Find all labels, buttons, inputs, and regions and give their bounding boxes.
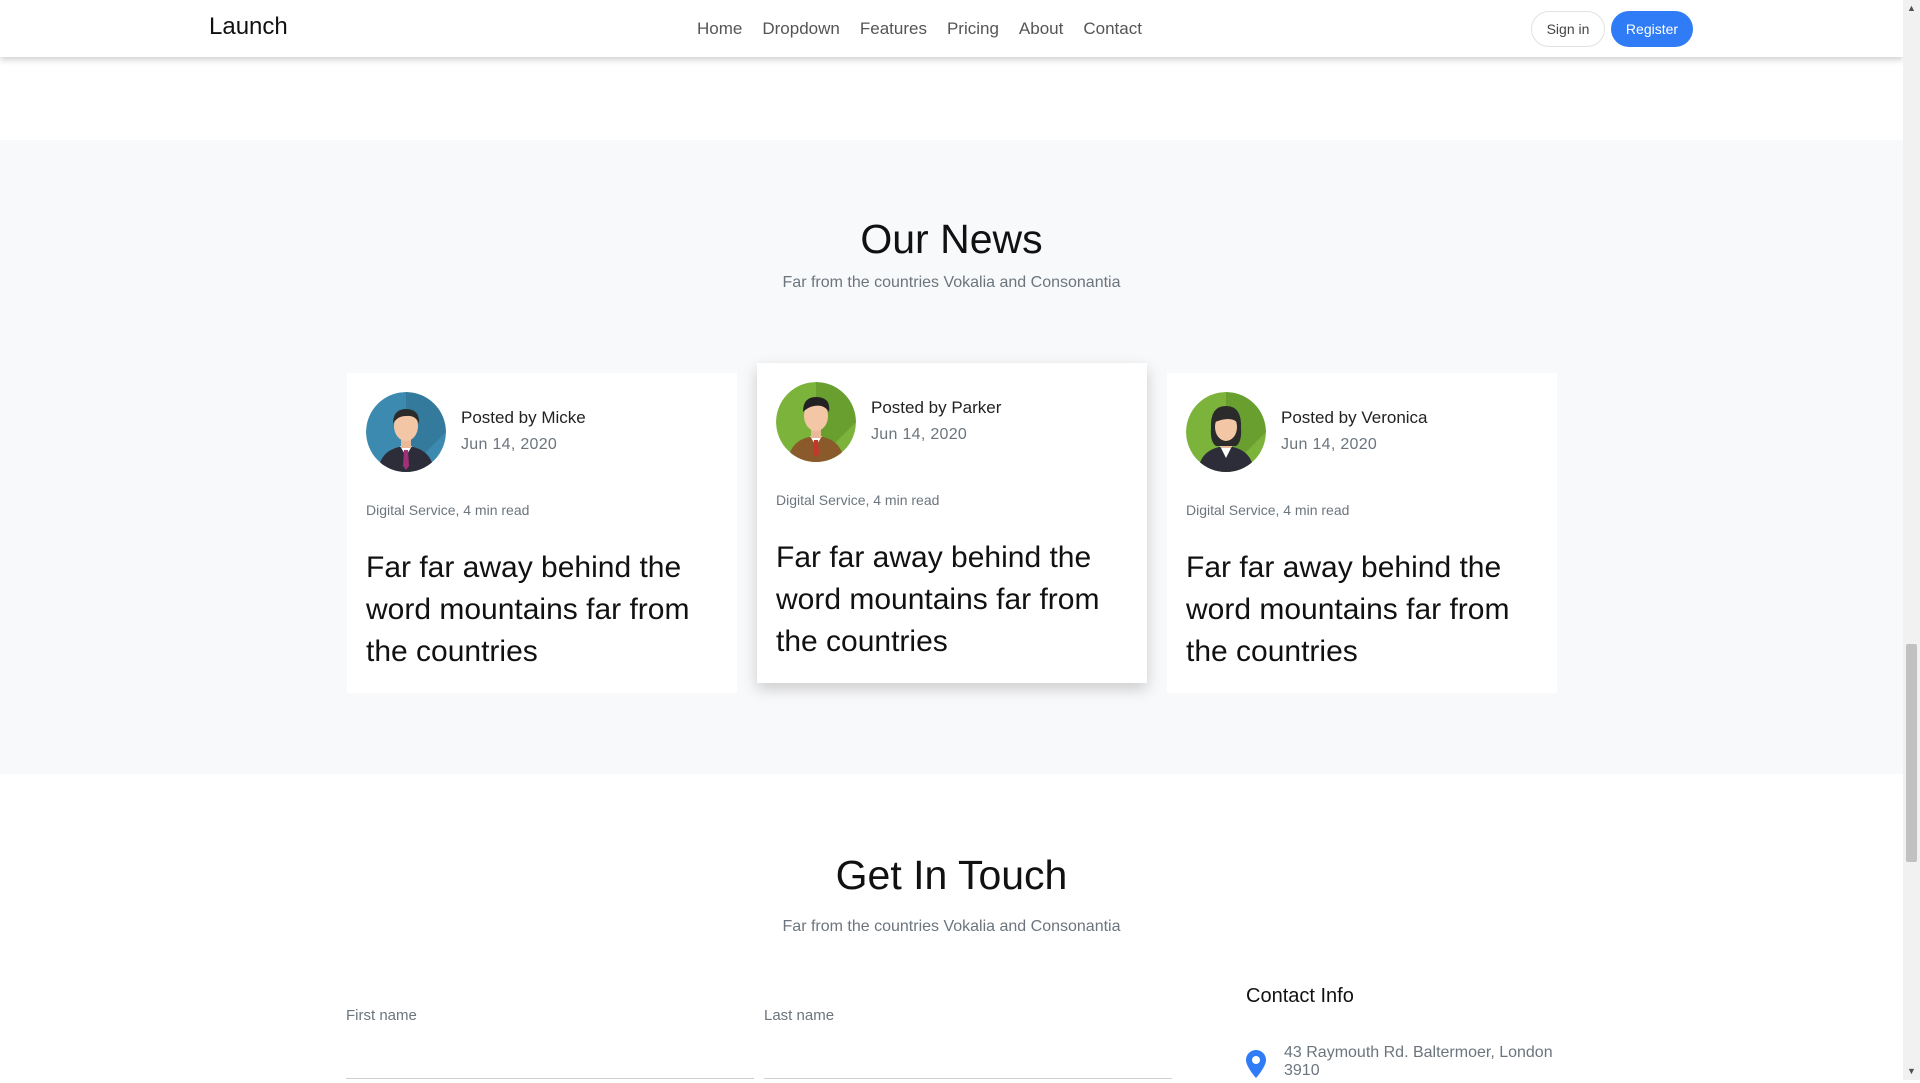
- post-meta: Digital Service, 4 min read: [366, 502, 530, 518]
- post-date: Jun 14, 2020: [461, 436, 558, 453]
- contact-title: Get In Touch: [835, 852, 1068, 898]
- author-name[interactable]: Parker: [951, 398, 1001, 417]
- scroll-down-arrow-icon[interactable]: ▼: [1903, 1063, 1920, 1080]
- nav-link-about[interactable]: About: [1019, 19, 1063, 39]
- scroll-up-arrow-icon[interactable]: ▲: [1903, 0, 1920, 17]
- author-avatar: [776, 382, 856, 462]
- post-headline[interactable]: Far far away behind the word mountains f…: [776, 537, 1126, 663]
- nav-link-pricing[interactable]: Pricing: [947, 19, 999, 39]
- posted-by: Posted by Micke: [461, 408, 586, 427]
- news-card[interactable]: Posted by Veronica Jun 14, 2020 Digital …: [1167, 373, 1557, 693]
- post-date: Jun 14, 2020: [1281, 436, 1378, 453]
- main-nav: Home Dropdown Features Pricing About Con…: [697, 19, 1162, 39]
- register-button[interactable]: Register: [1611, 11, 1693, 47]
- top-navbar: Launch Home Dropdown Features Pricing Ab…: [0, 0, 1903, 57]
- posted-by: Posted by Veronica: [1281, 408, 1428, 427]
- nav-link-home[interactable]: Home: [697, 19, 742, 39]
- post-headline[interactable]: Far far away behind the word mountains f…: [366, 547, 716, 673]
- nav-link-contact[interactable]: Contact: [1083, 19, 1142, 39]
- sign-in-button[interactable]: Sign in: [1531, 11, 1605, 47]
- location-pin-icon: [1246, 1050, 1266, 1083]
- author-avatar: [1186, 392, 1266, 472]
- news-subtitle: Far from the countries Vokalia and Conso…: [782, 274, 1121, 291]
- contact-address: 43 Raymouth Rd. Baltermoer, London 3910: [1284, 1044, 1553, 1079]
- post-headline[interactable]: Far far away behind the word mountains f…: [1186, 547, 1536, 673]
- news-section: Our News Far from the countries Vokalia …: [0, 140, 1903, 774]
- author-name[interactable]: Micke: [541, 408, 585, 427]
- post-date: Jun 14, 2020: [871, 426, 968, 443]
- news-card[interactable]: Posted by Parker Jun 14, 2020 Digital Se…: [757, 363, 1147, 683]
- posted-by: Posted by Parker: [871, 398, 1002, 417]
- nav-link-features[interactable]: Features: [860, 19, 927, 39]
- contact-info-title: Contact Info: [1246, 985, 1354, 1007]
- post-meta: Digital Service, 4 min read: [776, 492, 940, 508]
- first-name-label: First name: [346, 1007, 417, 1024]
- page-scrollbar[interactable]: ▲ ▼: [1903, 0, 1920, 1080]
- first-name-field[interactable]: [346, 1078, 754, 1079]
- scrollbar-thumb[interactable]: [1906, 644, 1917, 862]
- last-name-label: Last name: [764, 1007, 835, 1024]
- contact-subtitle: Far from the countries Vokalia and Conso…: [782, 918, 1121, 935]
- news-title: Our News: [860, 216, 1043, 262]
- post-meta: Digital Service, 4 min read: [1186, 502, 1350, 518]
- nav-link-dropdown[interactable]: Dropdown: [762, 19, 840, 39]
- last-name-field[interactable]: [764, 1078, 1172, 1079]
- news-card[interactable]: Posted by Micke Jun 14, 2020 Digital Ser…: [347, 373, 737, 693]
- author-avatar: [366, 392, 446, 472]
- brand-logo[interactable]: Launch: [209, 13, 288, 41]
- author-name[interactable]: Veronica: [1361, 408, 1427, 427]
